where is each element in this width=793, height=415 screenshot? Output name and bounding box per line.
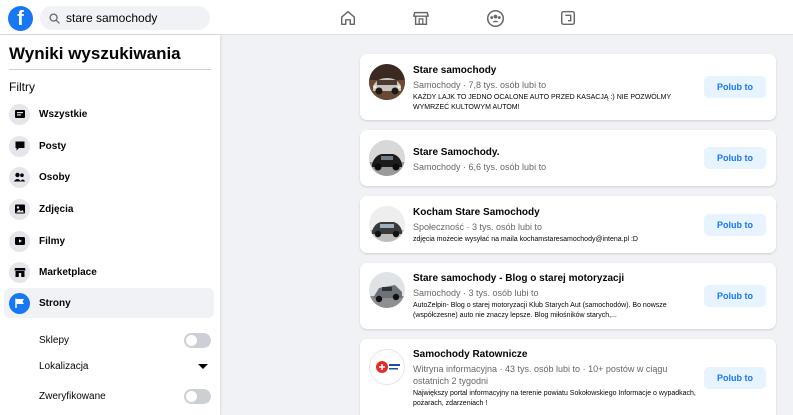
filter-pages[interactable]: Strony xyxy=(4,288,214,318)
page-description: KAŻDY LAJK TO JEDNO OCALONE AUTO PRZED K… xyxy=(413,94,672,111)
verified-toggle[interactable] xyxy=(184,388,211,404)
top-bar: f xyxy=(0,0,793,35)
subfilter-shops: Sklepy xyxy=(39,330,211,350)
result-text: Stare samochody Samochody · 7,8 tys. osó… xyxy=(413,64,698,113)
marketplace-icon xyxy=(9,261,30,283)
subfilter-label: Zweryfikowane xyxy=(39,390,106,402)
page-avatar[interactable] xyxy=(369,140,405,176)
filters-label: Filtry xyxy=(9,80,35,94)
page-avatar[interactable] xyxy=(369,272,405,308)
subfilter-label: Sklepy xyxy=(39,334,70,346)
page-meta: Witryna informacyjna · 43 tys. osób lubi… xyxy=(413,364,668,386)
pages-flag-icon xyxy=(9,292,30,314)
like-page-button[interactable]: Polub to xyxy=(704,214,766,236)
divider xyxy=(9,69,211,70)
search-input[interactable] xyxy=(66,11,206,25)
search-icon xyxy=(49,12,60,24)
result-card[interactable]: Samochody Ratownicze Witryna informacyjn… xyxy=(360,339,776,415)
filter-marketplace[interactable]: Marketplace xyxy=(4,257,214,287)
filter-all[interactable]: Wszystkie xyxy=(4,99,214,129)
result-card[interactable]: Stare samochody - Blog o starej motoryza… xyxy=(360,263,776,329)
posts-icon xyxy=(9,135,30,157)
filter-people[interactable]: Osoby xyxy=(4,162,214,192)
filter-videos[interactable]: Filmy xyxy=(4,226,214,256)
videos-icon xyxy=(9,230,30,252)
all-results-icon xyxy=(9,103,30,125)
page-description: zdjęcia możecie wysyłać na maila kochams… xyxy=(413,236,638,243)
page-meta: Samochody · 3 tys. osób lubi to xyxy=(413,288,539,298)
search-box[interactable] xyxy=(40,6,210,30)
sidebar-title: Wyniki wyszukiwania xyxy=(9,44,181,63)
page-description: Największy portal informacyjny na tereni… xyxy=(413,390,696,407)
subfilter-label: Lokalizacja xyxy=(39,360,89,372)
marketplace-icon[interactable] xyxy=(410,7,432,29)
page-avatar[interactable] xyxy=(369,349,405,385)
filter-label: Posty xyxy=(39,140,67,152)
filter-label: Osoby xyxy=(39,171,71,183)
page-meta: Społeczność · 3 tys. osób lubi to xyxy=(413,222,543,232)
result-text: Stare Samochody. Samochody · 6,6 tys. os… xyxy=(413,146,698,173)
shops-toggle[interactable] xyxy=(184,332,211,348)
toggle-knob xyxy=(186,334,197,346)
page-name[interactable]: Stare samochody xyxy=(413,64,698,77)
page-description: AutoZelpin- Blog o starej motoryzacji Kl… xyxy=(413,302,667,319)
facebook-logo[interactable]: f xyxy=(8,6,33,31)
chevron-down-icon xyxy=(198,363,208,369)
page-meta: Samochody · 6,6 tys. osób lubi to xyxy=(413,162,547,172)
result-text: Samochody Ratownicze Witryna informacyjn… xyxy=(413,348,698,409)
filter-posts[interactable]: Posty xyxy=(4,131,214,161)
like-page-button[interactable]: Polub to xyxy=(704,76,766,98)
filter-label: Zdjęcia xyxy=(39,203,74,215)
filter-label: Filmy xyxy=(39,235,66,247)
gaming-icon[interactable] xyxy=(557,7,579,29)
like-page-button[interactable]: Polub to xyxy=(704,147,766,169)
subfilter-location[interactable]: Lokalizacja xyxy=(39,356,211,376)
photos-icon xyxy=(9,198,30,220)
page-name[interactable]: Samochody Ratownicze xyxy=(413,348,698,361)
filter-photos[interactable]: Zdjęcia xyxy=(4,194,214,224)
result-card[interactable]: Stare samochody Samochody · 7,8 tys. osó… xyxy=(360,54,776,120)
page-name[interactable]: Stare samochody - Blog o starej motoryza… xyxy=(413,272,698,285)
page-name[interactable]: Stare Samochody. xyxy=(413,146,698,159)
page-avatar[interactable] xyxy=(369,206,405,242)
filter-label: Wszystkie xyxy=(39,108,88,120)
home-icon[interactable] xyxy=(337,7,359,29)
like-page-button[interactable]: Polub to xyxy=(704,367,766,389)
subfilter-verified: Zweryfikowane xyxy=(39,386,211,406)
result-text: Stare samochody - Blog o starej motoryza… xyxy=(413,272,698,321)
filter-label: Strony xyxy=(39,297,71,309)
page-name[interactable]: Kocham Stare Samochody xyxy=(413,206,698,219)
search-filters-sidebar: Wyniki wyszukiwania Filtry Wszystkie Pos… xyxy=(0,35,220,415)
page-meta: Samochody · 7,8 tys. osób lubi to xyxy=(413,80,547,90)
result-card[interactable]: Kocham Stare Samochody Społeczność · 3 t… xyxy=(360,196,776,253)
result-text: Kocham Stare Samochody Społeczność · 3 t… xyxy=(413,206,698,245)
filter-label: Marketplace xyxy=(39,266,97,278)
like-page-button[interactable]: Polub to xyxy=(704,285,766,307)
page-avatar[interactable] xyxy=(369,64,405,100)
result-card[interactable]: Stare Samochody. Samochody · 6,6 tys. os… xyxy=(360,130,776,186)
toggle-knob xyxy=(186,390,197,402)
groups-icon[interactable] xyxy=(484,7,506,29)
people-icon xyxy=(9,166,30,188)
